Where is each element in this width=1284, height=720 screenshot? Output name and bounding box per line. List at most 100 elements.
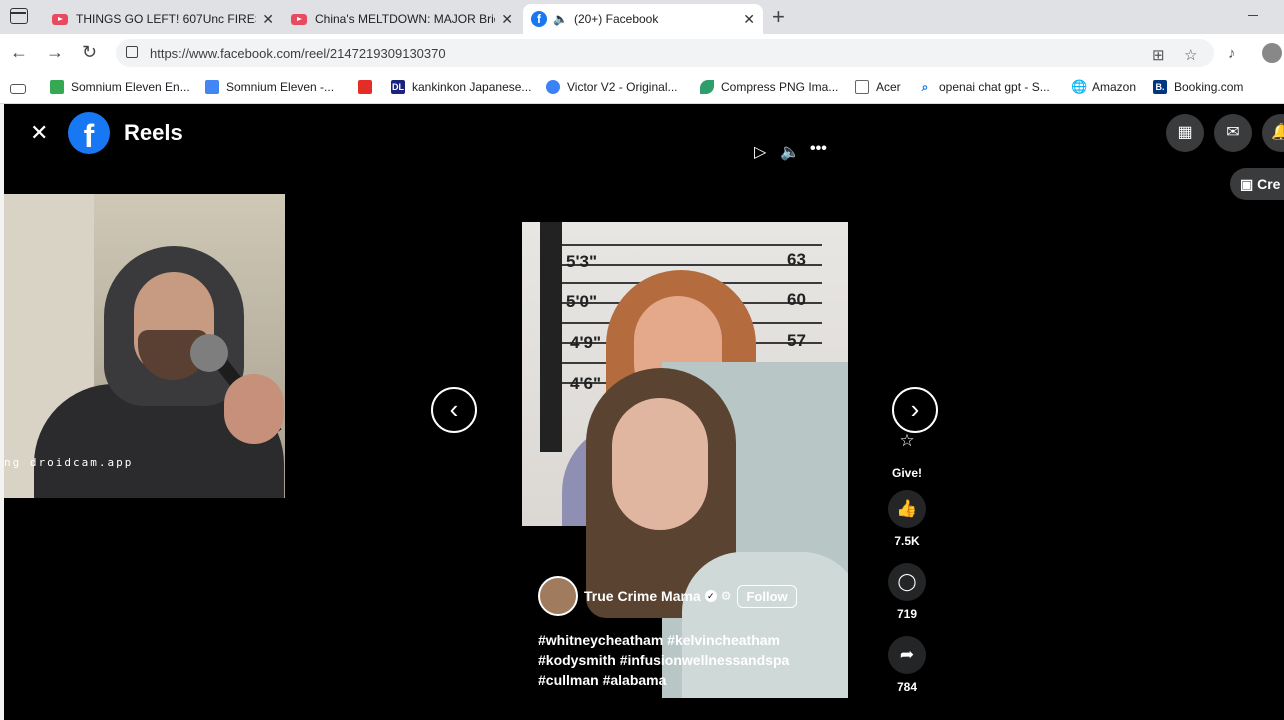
create-label: Cre bbox=[1257, 176, 1281, 192]
previous-reel-button[interactable]: ‹ bbox=[431, 387, 477, 433]
url-text[interactable]: https://www.facebook.com/reel/2147219309… bbox=[150, 46, 446, 61]
play-icon[interactable]: ▷ bbox=[754, 142, 766, 162]
tab-youtube-2[interactable]: China's MELTDOWN: MAJOR Brid ✕ bbox=[283, 4, 521, 34]
bookmark-openai[interactable]: ⌕ openai chat gpt - S... bbox=[918, 80, 1050, 94]
apps-icon[interactable]: ⊞ bbox=[1152, 46, 1165, 64]
height-line bbox=[562, 264, 822, 266]
bookmark-label: Compress PNG Ima... bbox=[721, 80, 839, 94]
follow-button[interactable]: Follow bbox=[737, 584, 797, 608]
caption-line[interactable]: #whitneycheatham #kelvincheatham bbox=[538, 630, 818, 650]
webcam-person-hand bbox=[224, 374, 284, 444]
stars-icon: ☆ bbox=[899, 431, 915, 450]
minimize-icon[interactable] bbox=[1248, 15, 1258, 16]
webcam-watermark: ng droidcam.app bbox=[4, 456, 134, 469]
grid-icon bbox=[50, 80, 64, 94]
webcam-overlay: ng droidcam.app bbox=[4, 194, 285, 498]
page-title: Reels bbox=[124, 120, 183, 145]
address-bar[interactable]: https://www.facebook.com/reel/2147219309… bbox=[116, 39, 1214, 67]
menu-grid-icon[interactable]: ▦ bbox=[1166, 114, 1204, 152]
victor-icon bbox=[546, 80, 560, 94]
notifications-icon[interactable]: 🔔 bbox=[1262, 114, 1284, 152]
create-reel-button[interactable]: ▣ Cre bbox=[1230, 168, 1284, 200]
bookmark-label: openai chat gpt - S... bbox=[939, 80, 1050, 94]
like-count: 7.5K bbox=[894, 534, 920, 548]
forward-icon[interactable]: → bbox=[46, 42, 64, 63]
lock-icon[interactable] bbox=[126, 46, 138, 58]
caption-line[interactable]: #cullman #alabama bbox=[538, 670, 818, 690]
reels-viewport: ✕ f Reels ▷ 🔈 ••• ▦ ✉ 🔔 ▣ Cre ng droidca… bbox=[4, 104, 1284, 720]
speaker-icon[interactable]: 🔈 bbox=[553, 12, 568, 26]
bookmark-booking[interactable]: B. Booking.com bbox=[1153, 80, 1243, 94]
like-button[interactable]: 👍 7.5K bbox=[886, 490, 928, 548]
facebook-logo[interactable]: f bbox=[68, 112, 110, 154]
tab-title: THINGS GO LEFT! 607Unc FIRES B bbox=[76, 12, 257, 26]
youtube-icon bbox=[358, 80, 372, 94]
height-mark: 4'9" bbox=[570, 333, 602, 352]
reel-video[interactable]: 5'3" 63 5'0" 60 4'9" 57 4'6" bbox=[522, 222, 848, 698]
refresh-icon[interactable]: ↻ bbox=[82, 42, 97, 63]
new-tab-icon[interactable]: + bbox=[772, 4, 785, 30]
bookmark-label: Amazon bbox=[1092, 80, 1137, 94]
close-tab-icon[interactable]: ✕ bbox=[743, 11, 755, 28]
give-label: Give! bbox=[891, 466, 922, 480]
bookmark-youtube[interactable] bbox=[358, 80, 379, 94]
bookmark-label: Booking.com bbox=[1174, 80, 1244, 94]
height-line bbox=[562, 244, 822, 246]
tab-title: (20+) Facebook bbox=[573, 12, 659, 26]
search-icon: ⌕ bbox=[921, 80, 929, 94]
extensions-icon[interactable]: ♪ bbox=[1228, 45, 1236, 62]
tab-actions-menu-icon[interactable] bbox=[10, 8, 28, 24]
facebook-icon: f bbox=[531, 11, 547, 27]
back-icon[interactable]: ← bbox=[10, 42, 28, 63]
bookmark-victor[interactable]: Victor V2 - Original... bbox=[546, 80, 677, 94]
bookmark-compress-png[interactable]: Compress PNG Ima... bbox=[700, 80, 838, 94]
close-reels-icon[interactable]: ✕ bbox=[30, 120, 48, 146]
reel-author: True Crime Mama ✓ ⚙ Follow bbox=[538, 576, 797, 616]
bookmark-label: kankinkon Japanese... bbox=[412, 80, 532, 94]
tab-youtube-1[interactable]: THINGS GO LEFT! 607Unc FIRES B ✕ bbox=[44, 4, 282, 34]
close-tab-icon[interactable]: ✕ bbox=[501, 11, 513, 28]
author-name[interactable]: True Crime Mama bbox=[584, 588, 701, 604]
bookmark-somnium-2[interactable]: Somnium Eleven -... bbox=[205, 80, 334, 94]
share-button[interactable]: ➦ 784 bbox=[886, 636, 928, 694]
height-mark: 4'6" bbox=[570, 374, 602, 393]
favorite-star-icon[interactable]: ☆ bbox=[1184, 46, 1197, 64]
creator-face bbox=[612, 398, 708, 530]
bookmark-acer[interactable]: Acer bbox=[855, 80, 901, 94]
leaf-icon bbox=[700, 80, 714, 94]
bookmark-kankinkon[interactable]: DL kankinkon Japanese... bbox=[391, 80, 531, 94]
microphone-icon bbox=[190, 334, 228, 372]
bookmark-label: Somnium Eleven En... bbox=[71, 80, 190, 94]
comment-icon: ◯ bbox=[888, 563, 926, 601]
caption-line[interactable]: #kodysmith #infusionwellnessandspa bbox=[538, 650, 818, 670]
bookmark-amazon[interactable]: 🌐 Amazon bbox=[1071, 79, 1137, 95]
tab-facebook[interactable]: f 🔈 (20+) Facebook ✕ bbox=[523, 4, 763, 34]
give-stars-button[interactable]: ☆ Give! bbox=[886, 422, 928, 480]
more-options-icon[interactable]: ••• bbox=[810, 140, 827, 158]
messenger-icon[interactable]: ✉ bbox=[1214, 114, 1252, 152]
share-icon: ➦ bbox=[888, 636, 926, 674]
bookmarks-bar: Somnium Eleven En... Somnium Eleven -...… bbox=[0, 72, 1284, 104]
comment-count: 719 bbox=[896, 607, 918, 621]
mugshot-bar bbox=[540, 222, 562, 452]
profile-avatar[interactable] bbox=[1262, 43, 1282, 63]
globe-icon: 🌐 bbox=[1071, 79, 1088, 94]
volume-icon[interactable]: 🔈 bbox=[780, 142, 800, 162]
bookmark-label: Acer bbox=[876, 80, 901, 94]
settings-gear-icon[interactable]: ⚙ bbox=[721, 589, 732, 603]
folder-icon bbox=[855, 80, 869, 94]
verified-badge-icon: ✓ bbox=[704, 590, 717, 602]
tab-title: China's MELTDOWN: MAJOR Brid bbox=[315, 12, 496, 26]
close-tab-icon[interactable]: ✕ bbox=[262, 11, 274, 28]
thumbs-up-icon: 👍 bbox=[888, 490, 926, 528]
comment-button[interactable]: ◯ 719 bbox=[886, 563, 928, 621]
youtube-icon bbox=[52, 13, 68, 25]
bookmark-tab-icon[interactable] bbox=[10, 84, 26, 94]
reel-caption: #whitneycheatham #kelvincheatham #kodysm… bbox=[538, 630, 818, 690]
address-toolbar: ← → ↻ https://www.facebook.com/reel/2147… bbox=[0, 34, 1284, 72]
reel-icon: ▣ bbox=[1240, 176, 1258, 192]
booking-icon: B. bbox=[1153, 80, 1167, 94]
avatar[interactable] bbox=[538, 576, 578, 616]
height-mark: 63 bbox=[787, 250, 806, 269]
bookmark-somnium-1[interactable]: Somnium Eleven En... bbox=[50, 80, 190, 94]
